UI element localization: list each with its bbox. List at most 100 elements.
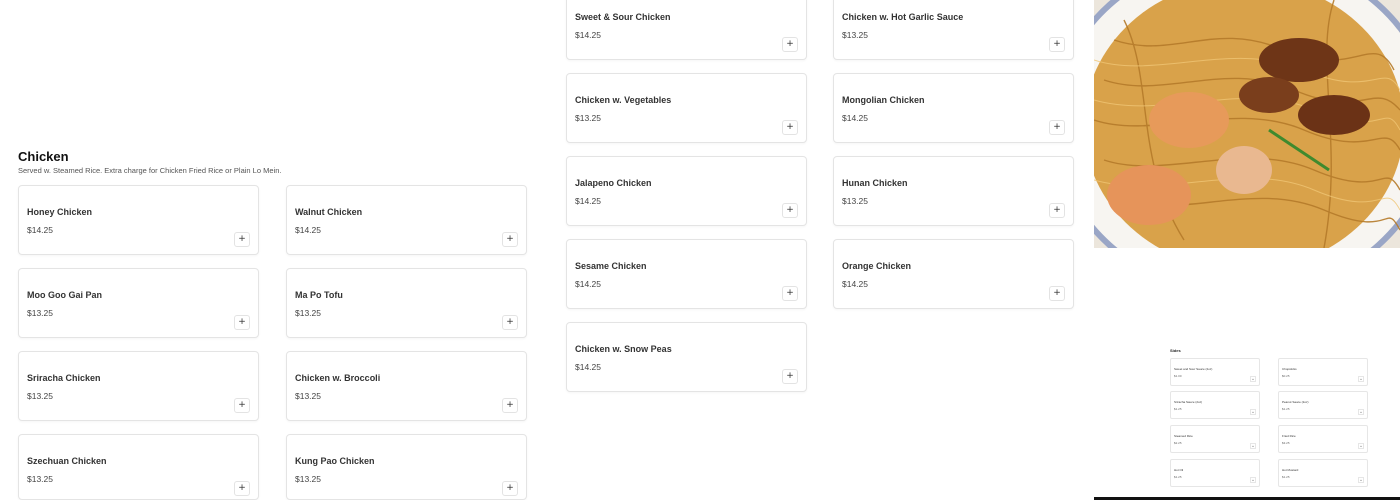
menu-item-card[interactable]: Mongolian Chicken $14.25 + bbox=[833, 73, 1074, 143]
sides-item-name: Sweet and Sour Sauce (2oz) bbox=[1174, 367, 1213, 371]
item-name: Sriracha Chicken bbox=[27, 373, 101, 383]
menu-item-card[interactable]: Szechuan Chicken $13.25 + bbox=[18, 434, 259, 500]
item-name: Walnut Chicken bbox=[295, 207, 363, 217]
item-price: $14.25 bbox=[575, 30, 601, 40]
sides-title: Sides bbox=[1170, 348, 1181, 353]
item-name: Hunan Chicken bbox=[842, 178, 908, 188]
sides-item-card[interactable]: Peanut Sauce (2oz) $1.25 + bbox=[1278, 391, 1368, 419]
add-item-button[interactable]: + bbox=[1049, 37, 1065, 52]
item-price: $14.25 bbox=[575, 196, 601, 206]
add-item-button[interactable]: + bbox=[1049, 203, 1065, 218]
menu-item-card[interactable]: Chicken w. Hot Garlic Sauce $13.25 + bbox=[833, 0, 1074, 60]
item-price: $13.25 bbox=[27, 391, 53, 401]
item-price: $13.25 bbox=[295, 474, 321, 484]
sides-item-name: Sriracha Sauce (2oz) bbox=[1174, 400, 1203, 404]
add-item-button[interactable]: + bbox=[1250, 409, 1256, 415]
add-item-button[interactable]: + bbox=[782, 37, 798, 52]
menu-item-card[interactable]: Chicken w. Snow Peas $14.25 + bbox=[566, 322, 807, 392]
sides-item-name: Peanut Sauce (2oz) bbox=[1282, 400, 1309, 404]
sides-preview-thumbnail[interactable]: Sides Sweet and Sour Sauce (2oz) $1.00 +… bbox=[1094, 339, 1400, 500]
menu-item-card[interactable]: Honey Chicken $14.25 + bbox=[18, 185, 259, 255]
add-item-button[interactable]: + bbox=[1049, 120, 1065, 135]
item-name: Kung Pao Chicken bbox=[295, 456, 375, 466]
menu-item-card[interactable]: Ma Po Tofu $13.25 + bbox=[286, 268, 527, 338]
sides-item-price: $1.25 bbox=[1174, 475, 1182, 479]
add-item-button[interactable]: + bbox=[782, 286, 798, 301]
item-price: $14.25 bbox=[27, 225, 53, 235]
sides-item-name: Steamed Rice bbox=[1174, 434, 1193, 438]
item-price: $14.25 bbox=[295, 225, 321, 235]
add-item-button[interactable]: + bbox=[234, 315, 250, 330]
item-price: $14.25 bbox=[842, 279, 868, 289]
item-name: Sesame Chicken bbox=[575, 261, 647, 271]
menu-item-card[interactable]: Hunan Chicken $13.25 + bbox=[833, 156, 1074, 226]
item-price: $13.25 bbox=[295, 391, 321, 401]
item-price: $13.25 bbox=[27, 474, 53, 484]
menu-item-card[interactable]: Chicken w. Broccoli $13.25 + bbox=[286, 351, 527, 421]
menu-item-card[interactable]: Jalapeno Chicken $14.25 + bbox=[566, 156, 807, 226]
add-item-button[interactable]: + bbox=[1250, 443, 1256, 449]
menu-item-card[interactable]: Sriracha Chicken $13.25 + bbox=[18, 351, 259, 421]
item-price: $13.25 bbox=[27, 308, 53, 318]
menu-item-card[interactable]: Moo Goo Gai Pan $13.25 + bbox=[18, 268, 259, 338]
menu-item-card[interactable]: Sweet & Sour Chicken $14.25 + bbox=[566, 0, 807, 60]
sides-item-card[interactable]: Sweet and Sour Sauce (2oz) $1.00 + bbox=[1170, 358, 1260, 386]
item-name: Jalapeno Chicken bbox=[575, 178, 652, 188]
item-name: Ma Po Tofu bbox=[295, 290, 343, 300]
sides-item-name: Hot Mustard bbox=[1282, 468, 1299, 472]
add-item-button[interactable]: + bbox=[502, 232, 518, 247]
sides-item-price: $1.25 bbox=[1282, 407, 1290, 411]
sides-item-card[interactable]: Hot Mustard $1.25 + bbox=[1278, 459, 1368, 487]
sides-item-price: $2.25 bbox=[1174, 441, 1182, 445]
item-name: Chicken w. Vegetables bbox=[575, 95, 672, 105]
sides-item-price: $3.25 bbox=[1282, 441, 1290, 445]
menu-item-card[interactable]: Orange Chicken $14.25 + bbox=[833, 239, 1074, 309]
menu-item-card[interactable]: Sesame Chicken $14.25 + bbox=[566, 239, 807, 309]
section-description: Served w. Steamed Rice. Extra charge for… bbox=[18, 166, 282, 175]
sides-item-price: $1.25 bbox=[1282, 475, 1290, 479]
item-price: $13.25 bbox=[842, 196, 868, 206]
item-price: $14.25 bbox=[842, 113, 868, 123]
item-price: $14.25 bbox=[575, 362, 601, 372]
add-item-button[interactable]: + bbox=[782, 203, 798, 218]
add-item-button[interactable]: + bbox=[1358, 376, 1364, 382]
section-title: Chicken bbox=[18, 149, 69, 164]
menu-item-card[interactable]: Chicken w. Vegetables $13.25 + bbox=[566, 73, 807, 143]
item-name: Chicken w. Broccoli bbox=[295, 373, 381, 383]
add-item-button[interactable]: + bbox=[502, 481, 518, 496]
sides-item-card[interactable]: Hot Oil $1.25 + bbox=[1170, 459, 1260, 487]
item-name: Honey Chicken bbox=[27, 207, 93, 217]
menu-item-card[interactable]: Walnut Chicken $14.25 + bbox=[286, 185, 527, 255]
add-item-button[interactable]: + bbox=[1358, 409, 1364, 415]
item-name: Mongolian Chicken bbox=[842, 95, 925, 105]
sides-item-price: $1.25 bbox=[1174, 407, 1182, 411]
add-item-button[interactable]: + bbox=[234, 398, 250, 413]
add-item-button[interactable]: + bbox=[502, 398, 518, 413]
item-name: Chicken w. Snow Peas bbox=[575, 344, 672, 354]
item-price: $13.25 bbox=[575, 113, 601, 123]
item-price: $13.25 bbox=[295, 308, 321, 318]
sides-item-name: Hot Oil bbox=[1174, 468, 1184, 472]
item-name: Szechuan Chicken bbox=[27, 456, 107, 466]
sides-item-card[interactable]: Fried Rice $3.25 + bbox=[1278, 425, 1368, 453]
sides-item-card[interactable]: Sriracha Sauce (2oz) $1.25 + bbox=[1170, 391, 1260, 419]
food-photo bbox=[1094, 0, 1400, 248]
noodle-plate-illustration bbox=[1094, 0, 1400, 248]
add-item-button[interactable]: + bbox=[1250, 477, 1256, 483]
add-item-button[interactable]: + bbox=[234, 232, 250, 247]
menu-item-card[interactable]: Kung Pao Chicken $13.25 + bbox=[286, 434, 527, 500]
sides-item-price: $0.25 bbox=[1282, 374, 1290, 378]
item-name: Sweet & Sour Chicken bbox=[575, 12, 671, 22]
sides-item-card[interactable]: Steamed Rice $2.25 + bbox=[1170, 425, 1260, 453]
add-item-button[interactable]: + bbox=[782, 369, 798, 384]
add-item-button[interactable]: + bbox=[1049, 286, 1065, 301]
sides-item-name: Chopsticks bbox=[1282, 367, 1297, 371]
add-item-button[interactable]: + bbox=[234, 481, 250, 496]
item-price: $13.25 bbox=[842, 30, 868, 40]
add-item-button[interactable]: + bbox=[1250, 376, 1256, 382]
add-item-button[interactable]: + bbox=[502, 315, 518, 330]
add-item-button[interactable]: + bbox=[1358, 477, 1364, 483]
add-item-button[interactable]: + bbox=[782, 120, 798, 135]
sides-item-card[interactable]: Chopsticks $0.25 + bbox=[1278, 358, 1368, 386]
add-item-button[interactable]: + bbox=[1358, 443, 1364, 449]
